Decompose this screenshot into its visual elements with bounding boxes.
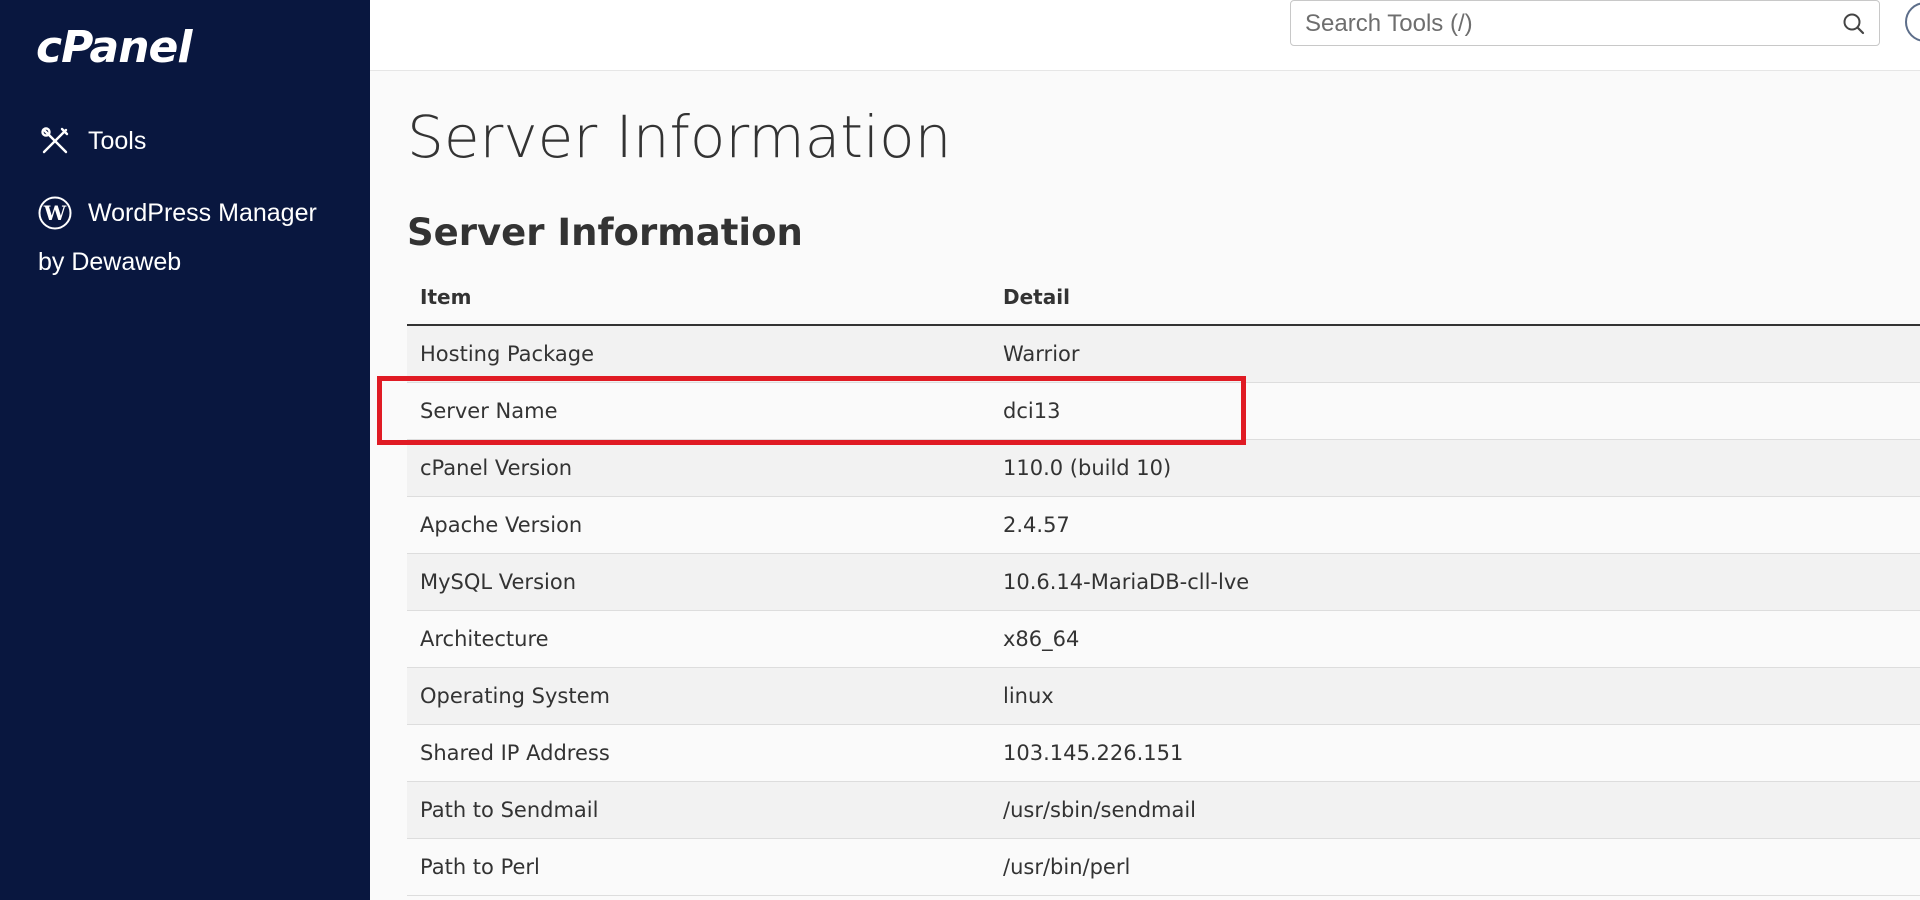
cpanel-logo[interactable]: cPanel xyxy=(36,22,192,73)
row-detail: /usr/sbin/sendmail xyxy=(990,781,1920,839)
table-row: MySQL Version 10.6.14-MariaDB-cll-lve xyxy=(407,553,1920,611)
table-row: Server Name dci13 xyxy=(407,382,1920,440)
table-row: Path to Perl /usr/bin/perl xyxy=(407,838,1920,896)
svg-text:W: W xyxy=(43,201,67,225)
row-detail: linux xyxy=(990,667,1920,725)
row-item: Apache Version xyxy=(407,496,990,554)
search-input[interactable] xyxy=(1303,7,1827,41)
sidebar-item-label: WordPress Manager xyxy=(88,198,317,227)
server-info-table: Item Detail Hosting Package Warrior Serv… xyxy=(407,269,1920,896)
row-item: Server Name xyxy=(407,382,990,440)
table-row: Operating System linux xyxy=(407,667,1920,725)
table-row: Architecture x86_64 xyxy=(407,610,1920,668)
top-bar xyxy=(370,0,1920,71)
row-item: Operating System xyxy=(407,667,990,725)
row-item: Hosting Package xyxy=(407,325,990,383)
table-row: Shared IP Address 103.145.226.151 xyxy=(407,724,1920,782)
table-row: Apache Version 2.4.57 xyxy=(407,496,1920,554)
wordpress-icon: W xyxy=(38,196,72,230)
row-detail: 110.0 (build 10) xyxy=(990,439,1920,497)
row-detail: 10.6.14-MariaDB-cll-lve xyxy=(990,553,1920,611)
table-row: Hosting Package Warrior xyxy=(407,325,1920,383)
sidebar-item-label-line2[interactable]: by Dewaweb xyxy=(38,248,181,277)
column-header-detail: Detail xyxy=(990,269,1920,326)
sidebar-item-label: Tools xyxy=(88,126,147,155)
row-item: Path to Perl xyxy=(407,838,990,896)
row-detail: 103.145.226.151 xyxy=(990,724,1920,782)
main-content: Server Information Server Information It… xyxy=(370,71,1920,900)
tools-icon xyxy=(38,124,72,158)
row-item: MySQL Version xyxy=(407,553,990,611)
page-title: Server Information xyxy=(407,103,952,171)
sidebar: cPanel Tools W WordPress Manager by Dewa… xyxy=(0,0,370,900)
table-row: Path to Sendmail /usr/sbin/sendmail xyxy=(407,781,1920,839)
section-title: Server Information xyxy=(407,211,803,254)
row-item: cPanel Version xyxy=(407,439,990,497)
row-detail: 2.4.57 xyxy=(990,496,1920,554)
table-row: cPanel Version 110.0 (build 10) xyxy=(407,439,1920,497)
table-header-row: Item Detail xyxy=(407,269,1920,326)
row-detail: x86_64 xyxy=(990,610,1920,668)
row-detail: Warrior xyxy=(990,325,1920,383)
sidebar-item-tools[interactable]: Tools xyxy=(38,124,146,158)
search-icon[interactable] xyxy=(1841,11,1867,37)
row-item: Shared IP Address xyxy=(407,724,990,782)
user-menu-avatar[interactable] xyxy=(1905,2,1920,42)
sidebar-item-wordpress-manager[interactable]: W WordPress Manager xyxy=(38,196,317,230)
row-detail: dci13 xyxy=(990,382,1920,440)
row-item: Path to Sendmail xyxy=(407,781,990,839)
row-detail: /usr/bin/perl xyxy=(990,838,1920,896)
row-item: Architecture xyxy=(407,610,990,668)
search-box[interactable] xyxy=(1290,0,1880,46)
column-header-item: Item xyxy=(407,269,990,326)
